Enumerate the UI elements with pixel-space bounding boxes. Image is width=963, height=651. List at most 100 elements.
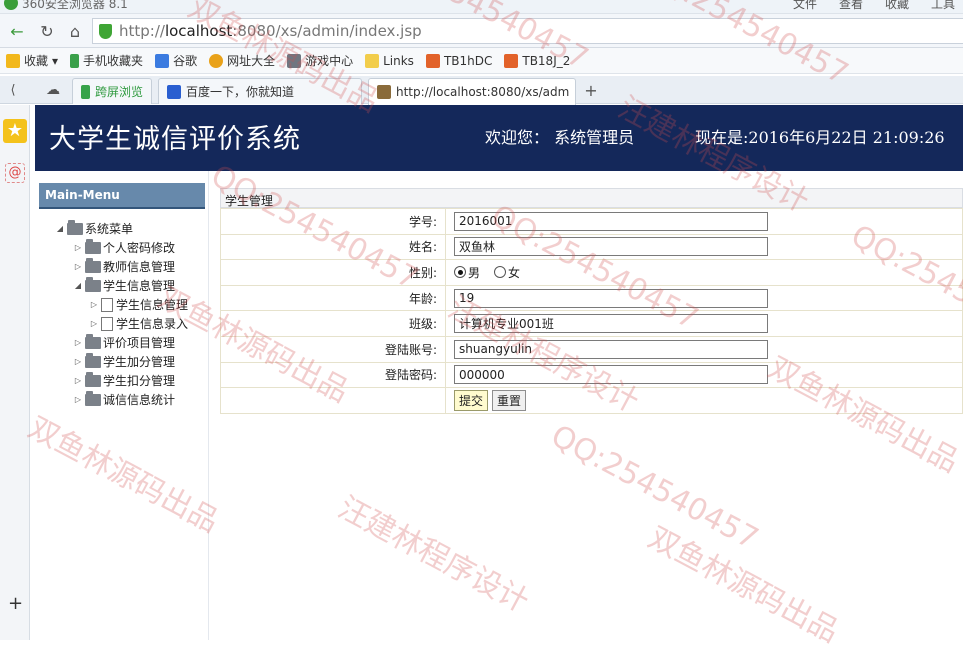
expanded-triangle-icon[interactable]: ◢ [53, 224, 67, 233]
browser-navbar: ← ↻ ⌂ http://localhost:8080/xs/admin/ind… [0, 14, 963, 48]
field-label: 年龄: [220, 284, 446, 312]
collapsed-triangle-icon[interactable]: ▷ [71, 376, 85, 385]
add-plus-icon[interactable]: + [8, 593, 23, 614]
field-label: 登陆密码: [220, 361, 446, 389]
sidebar-item-label: 学生信息管理 [116, 298, 189, 312]
tree-root[interactable]: ◢ 系统菜单 [35, 219, 209, 238]
address-url[interactable]: http://localhost:8080/xs/admin/index.jsp [119, 22, 422, 40]
folder-icon [85, 276, 101, 292]
folder-icon [85, 352, 101, 368]
bookmark-google[interactable]: 谷歌 [155, 52, 197, 69]
page-banner: 大学生诚信评价系统 欢迎您： 系统管理员 现在是:2016年6月22日 21:0… [35, 105, 963, 171]
collapsed-triangle-icon[interactable]: ▷ [87, 319, 101, 328]
folder-icon [85, 257, 101, 273]
browser-logo-icon [4, 0, 18, 10]
browser-menus: 文件 查看 收藏 工具 [793, 0, 955, 12]
folder-icon [85, 371, 101, 387]
star-icon [6, 53, 20, 68]
sidebar-folder-item[interactable]: ◢ 学生信息管理 [35, 276, 209, 295]
text-input[interactable]: 2016001 [454, 211, 768, 231]
menu-tools[interactable]: 工具 [931, 0, 955, 12]
collapsed-triangle-icon[interactable]: ▷ [87, 300, 101, 309]
reset-button[interactable]: 重置 [492, 389, 527, 411]
radio-circle-icon[interactable] [454, 266, 466, 279]
tab-close-icon[interactable]: ✕ [574, 85, 575, 99]
folder-icon [85, 390, 101, 406]
sidebar-folder-item[interactable]: ▷ 评价项目管理 [35, 333, 209, 352]
welcome-text: 欢迎您： 系统管理员 [485, 128, 635, 147]
collapsed-triangle-icon[interactable]: ▷ [71, 243, 85, 252]
tree-root-label: 系统菜单 [85, 222, 134, 236]
home-icon[interactable]: ⌂ [64, 20, 86, 42]
bookmark-tb2[interactable]: TB18J_2 [504, 53, 570, 68]
back-arrow-icon[interactable]: ← [6, 20, 28, 42]
sidebar-page-item[interactable]: ▷ 学生信息管理 [35, 295, 209, 314]
menu-favorites[interactable]: 收藏 [885, 0, 909, 12]
globe-icon [209, 53, 224, 68]
tab-baidu[interactable]: 百度一下，你就知道 [158, 78, 362, 104]
main-menu-header: Main-Menu [39, 183, 205, 209]
cloud-icon[interactable]: ☁ [42, 79, 64, 101]
field-label: 性别: [220, 259, 446, 286]
empty-cell [220, 387, 446, 414]
text-input[interactable]: 19 [454, 288, 768, 308]
tab-cross-screen[interactable]: 跨屏浏览 [72, 78, 152, 104]
gender-male-radio[interactable]: 男 [454, 264, 480, 281]
text-input[interactable]: shuangyulin [454, 339, 768, 359]
radio-circle-icon[interactable] [494, 266, 507, 279]
bookmark-links[interactable]: Links [365, 53, 414, 68]
sidebar-item-label: 学生加分管理 [103, 355, 176, 369]
bookmarks-bar: 收藏 ▾ 手机收藏夹 谷歌 网址大全 游戏中心 Links TB1hDC TB1… [0, 48, 963, 74]
text-input[interactable]: 计算机专业001班 [454, 314, 768, 334]
text-input[interactable]: 000000 [454, 365, 768, 385]
field-label: 班级: [220, 310, 446, 337]
address-bar[interactable]: http://localhost:8080/xs/admin/index.jsp [92, 18, 963, 44]
menu-view[interactable]: 查看 [839, 0, 863, 12]
folder-icon [67, 219, 83, 235]
baidu-paw-icon [167, 84, 181, 99]
sidebar-item-label: 学生信息录入 [116, 317, 189, 331]
collapsed-triangle-icon[interactable]: ▷ [71, 338, 85, 347]
sidebar-item-label: 评价项目管理 [103, 336, 176, 350]
collapsed-triangle-icon[interactable]: ▷ [71, 357, 85, 366]
sidebar-folder-item[interactable]: ▷ 学生扣分管理 [35, 371, 209, 390]
bookmark-mobile[interactable]: 手机收藏夹 [70, 52, 143, 69]
current-time: 现在是:2016年6月22日 21:09:26 [695, 128, 945, 147]
gender-female-radio[interactable]: 女 [494, 264, 520, 281]
taobao-icon [504, 53, 519, 68]
field-label: 姓名: [220, 233, 446, 261]
refresh-icon[interactable]: ↻ [36, 20, 58, 42]
bookmark-sites[interactable]: 网址大全 [209, 52, 275, 69]
form-row: 学号: 2016001 [220, 208, 963, 235]
collapsed-triangle-icon[interactable]: ▷ [71, 395, 85, 404]
sidebar-folder-item[interactable]: ▷ 学生加分管理 [35, 352, 209, 371]
field-cell: 2016001 [445, 208, 963, 235]
form-row: 登陆密码: 000000 [220, 361, 963, 389]
sidebar-item-label: 学生扣分管理 [103, 374, 176, 388]
favorites-star-icon[interactable]: ★ [3, 119, 27, 143]
tab-active-page[interactable]: http://localhost:8080/xs/adm✕ [368, 78, 576, 105]
bookmark-favorites[interactable]: 收藏 ▾ [6, 52, 58, 69]
mail-at-icon[interactable]: @ [5, 163, 25, 183]
bookmark-tb1[interactable]: TB1hDC [425, 53, 492, 68]
sidebar-folder-item[interactable]: ▷ 教师信息管理 [35, 257, 209, 276]
menu-file[interactable]: 文件 [793, 0, 817, 12]
bookmark-games[interactable]: 游戏中心 [287, 52, 353, 69]
google-icon [155, 53, 170, 68]
submit-button[interactable]: 提交 [454, 389, 489, 411]
sidebar-folder-item[interactable]: ▷ 诚信信息统计 [35, 390, 209, 409]
file-icon [101, 297, 113, 312]
system-title: 大学生诚信评价系统 [49, 124, 301, 155]
field-label: 学号: [220, 208, 446, 235]
text-input[interactable]: 双鱼林 [454, 237, 768, 257]
collapsed-triangle-icon[interactable]: ▷ [71, 262, 85, 271]
field-cell: 000000 [445, 361, 963, 389]
phone-icon [70, 53, 80, 68]
sidebar-folder-item[interactable]: ▷ 个人密码修改 [35, 238, 209, 257]
browser-app-title: 360安全浏览器 8.1 [22, 0, 128, 11]
sidebar-item-label: 个人密码修改 [103, 241, 176, 255]
expanded-triangle-icon[interactable]: ◢ [71, 281, 85, 290]
sidebar-page-item[interactable]: ▷ 学生信息录入 [35, 314, 209, 333]
sidebar-toggle-icon[interactable]: ⟨ [2, 79, 24, 101]
new-tab-plus-icon[interactable]: + [580, 79, 602, 101]
